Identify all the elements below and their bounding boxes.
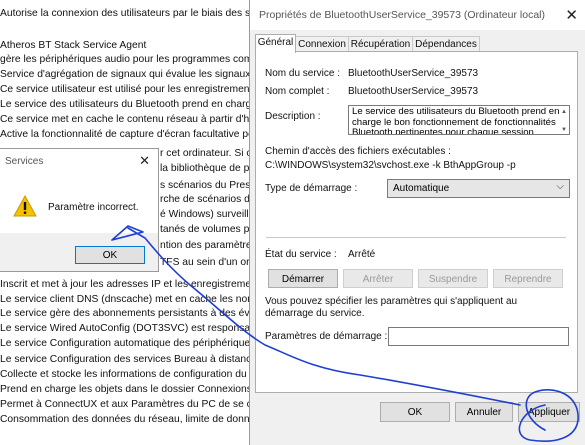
exe-path-value: C:\WINDOWS\system32\svchost.exe -k BthAp… (265, 160, 516, 171)
dialog-title: Propriétés de BluetoothUserService_39573… (259, 9, 545, 21)
service-description-line[interactable]: Collecte et stocke les informations de c… (0, 369, 260, 380)
service-description-line[interactable]: Atheros BT Stack Service Agent (0, 40, 146, 51)
chevron-down-icon: ⌵ (556, 181, 564, 192)
resume-button[interactable]: Reprendre (493, 269, 563, 288)
service-description-line[interactable]: Le service Wired AutoConfig (DOT3SVC) es… (0, 323, 260, 334)
service-description-line[interactable]: ntion des paramètres (160, 240, 257, 251)
error-title: Services (5, 156, 44, 167)
service-description-line[interactable]: Permet à ConnectUX et aux Paramètres du … (0, 399, 260, 410)
ok-button[interactable]: OK (380, 402, 450, 422)
error-title-bar[interactable]: Services ✕ (0, 149, 158, 173)
service-description-line[interactable]: é Windows) surveille (160, 209, 254, 220)
service-description-line[interactable]: tanés de volumes po (160, 224, 255, 235)
service-description-line[interactable]: Service d'agrégation de signaux qui éval… (0, 69, 260, 80)
service-description-line[interactable]: Active la fonctionnalité de capture d'éc… (0, 129, 260, 140)
error-ok-button[interactable]: OK (75, 246, 145, 264)
service-description-line[interactable]: gère les périphériques audio pour les pr… (0, 54, 260, 65)
service-description-line[interactable]: s scénarios du Presse (160, 180, 260, 191)
tab-recuperation[interactable]: Récupération (348, 36, 413, 52)
service-name-label: Nom du service : (265, 68, 341, 79)
start-button[interactable]: Démarrer (268, 269, 338, 288)
service-state-label: État du service : (265, 249, 337, 260)
service-properties-dialog: Propriétés de BluetoothUserService_39573… (249, 0, 585, 445)
full-name-label: Nom complet : (265, 86, 330, 97)
separator (266, 237, 566, 238)
tab-dependances[interactable]: Dépendances (412, 36, 480, 52)
error-dialog: Services ✕ Paramètre incorrect. OK (0, 148, 159, 272)
service-description-line[interactable]: rche de scénarios de p (160, 194, 260, 205)
startup-type-value: Automatique (393, 183, 450, 194)
service-description-line[interactable]: Le service Configuration automatique des… (0, 338, 260, 349)
startup-type-select[interactable]: Automatique ⌵ (387, 179, 570, 198)
dialog-title-bar[interactable]: Propriétés de BluetoothUserService_39573… (250, 0, 585, 30)
startup-type-label: Type de démarrage : (265, 183, 358, 194)
service-description-line[interactable]: r cet ordinateur. Si ce (160, 148, 257, 159)
service-description-line[interactable]: Inscrit et met à jour les adresses IP et… (0, 279, 260, 290)
stop-button[interactable]: Arrêter (343, 269, 413, 288)
description-scrollbar[interactable]: ▲ ▼ (558, 107, 568, 133)
close-icon[interactable]: ✕ (565, 6, 578, 24)
service-description-line[interactable]: Le service des utilisateurs du Bluetooth… (0, 99, 260, 110)
service-description-line[interactable]: Prend en charge les objets dans le dossi… (0, 384, 260, 395)
service-description-line[interactable]: Autorise la connexion des utilisateurs p… (0, 8, 260, 19)
tab-general[interactable]: Général (255, 34, 296, 53)
tab-connexion[interactable]: Connexion (295, 36, 349, 52)
service-description-line[interactable]: Consommation des données du réseau, limi… (0, 414, 260, 425)
error-body: Paramètre incorrect. (0, 173, 158, 233)
start-params-label: Paramètres de démarrage : (265, 331, 388, 342)
cancel-button[interactable]: Annuler (455, 402, 513, 422)
service-state-value: Arrêté (348, 249, 376, 260)
start-params-input[interactable] (388, 327, 569, 346)
pause-button[interactable]: Suspendre (418, 269, 488, 288)
service-description-line[interactable]: TFS au sein d'un ordi (160, 257, 258, 268)
start-params-help: Vous pouvez spécifier les paramètres qui… (265, 296, 518, 319)
description-textbox[interactable]: Le service des utilisateurs du Bluetooth… (348, 105, 570, 135)
apply-button[interactable]: Appliquer (518, 402, 580, 422)
service-description-line[interactable]: la bibliothèque de pe (160, 163, 255, 174)
warning-icon (13, 195, 37, 217)
service-description-line[interactable]: Le service gère des abonnements persista… (0, 308, 260, 319)
scroll-up-icon[interactable]: ▲ (561, 107, 567, 118)
scroll-down-icon[interactable]: ▼ (561, 125, 567, 134)
general-tab-panel: Nom du service : BluetoothUserService_39… (255, 51, 578, 393)
description-label: Description : (265, 111, 321, 122)
service-description-line[interactable]: Le service client DNS (dnscache) met en … (0, 294, 260, 305)
service-name-value: BluetoothUserService_39573 (348, 68, 479, 79)
error-message: Paramètre incorrect. (48, 202, 139, 213)
service-description-line[interactable]: Ce service met en cache le contenu résea… (0, 114, 260, 125)
full-name-value: BluetoothUserService_39573 (348, 86, 479, 97)
service-description-line[interactable]: Le service Configuration des services Bu… (0, 354, 260, 365)
service-description-line[interactable]: Ce service utilisateur est utilisé pour … (0, 84, 260, 95)
exe-path-label: Chemin d'accès des fichiers exécutables … (265, 146, 451, 157)
close-icon[interactable]: ✕ (139, 153, 150, 169)
description-text: Le service des utilisateurs du Bluetooth… (352, 106, 560, 135)
